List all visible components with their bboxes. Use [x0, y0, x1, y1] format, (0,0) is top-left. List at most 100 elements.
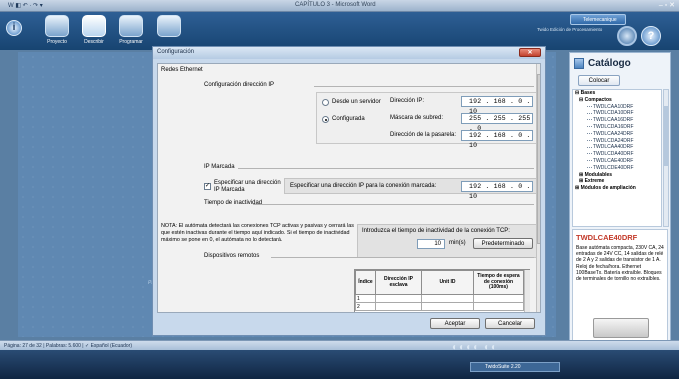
document-icon — [157, 15, 181, 37]
remote-devices-grid[interactable]: Índice Dirección IP esclava Unit ID Tiem… — [354, 269, 530, 312]
radio-configured-label: Configurada — [332, 116, 365, 122]
tcp-timeout-panel: Introduzca el tiempo de inactividad de l… — [357, 224, 537, 258]
grid-scrollbar[interactable] — [524, 270, 530, 312]
header-subtitle: Twido Edición de Procesamiento — [537, 27, 603, 32]
dialog-content: Redes Ethernet Configuración dirección I… — [157, 63, 541, 313]
divider — [253, 204, 534, 205]
table-cell[interactable] — [375, 302, 422, 311]
tree-item[interactable]: TWDLCDA10DRF — [573, 110, 661, 117]
nav-describir[interactable]: Describir — [75, 14, 113, 48]
table-row[interactable]: 2 — [355, 302, 524, 311]
program-icon — [119, 15, 143, 37]
radio-server[interactable] — [322, 99, 329, 106]
tree-item[interactable]: TWDLCAE40DRF — [573, 158, 661, 165]
catalog-detail: TWDLCAE40DRF Base autómata compacta, 230… — [572, 229, 668, 347]
table-cell[interactable] — [473, 302, 524, 311]
tree-item[interactable]: ⊞ Extreme — [573, 178, 661, 185]
tree-item[interactable]: TWDLCDA40DRF — [573, 151, 661, 158]
gateway-label: Dirección de la pasarela: — [390, 132, 457, 138]
tree-item[interactable]: TWDLCDE40DRF — [573, 165, 661, 172]
dialog-title-bar: Configuración ✕ — [153, 47, 545, 59]
marked-ip-label: Especificar una dirección IP para la con… — [290, 183, 437, 189]
help-icon[interactable]: ? — [641, 26, 661, 46]
table-cell[interactable]: 1 — [355, 294, 376, 303]
section-inactivity: Tiempo de inactividad — [204, 200, 263, 206]
ip-address-field[interactable]: 192 . 168 . 0 . 10 — [461, 96, 533, 115]
tcp-label: Introduzca el tiempo de inactividad de l… — [362, 228, 510, 234]
tree-item[interactable]: TWDLCAA24DRF — [573, 131, 661, 138]
marked-ip-field[interactable]: 192 . 168 . 0 . 10 — [461, 181, 533, 200]
product-title: TWDLCAE40DRF — [576, 233, 638, 242]
accept-button[interactable]: Aceptar — [430, 318, 480, 329]
cancel-button[interactable]: Cancelar — [485, 318, 535, 329]
taskbar: TwidoSuite 2.20 — [0, 350, 679, 379]
catalog-tree[interactable]: ⊟ Bases ⊟ Compactos TWDLCAA10DRF TWDLCDA10D… — [572, 89, 662, 227]
configuration-dialog: Configuración ✕ Redes Ethernet Configura… — [152, 46, 546, 336]
gateway-field[interactable]: 192 . 168 . 0 . 10 — [461, 130, 533, 149]
nav-documentar[interactable] — [150, 14, 188, 48]
info-icon[interactable]: i — [6, 20, 22, 36]
nav-programar[interactable]: Programar — [112, 14, 150, 48]
tree-item[interactable]: TWDLCDA24DRF — [573, 138, 661, 145]
nav-label: Programar — [119, 39, 143, 45]
word-window-title: CAPÍTULO 3 - Microsoft Word — [295, 2, 376, 8]
tree-item[interactable]: TWDLCDA16DRF — [573, 124, 661, 131]
table-row[interactable]: 1 — [355, 294, 524, 303]
inactivity-note: NOTA: El autómata detectará las conexion… — [161, 223, 354, 243]
status-text: Página: 27 de 32 | Palabras: 5.600 | ✓ E… — [4, 343, 132, 349]
tree-item[interactable]: TWDLCAA40DRF — [573, 144, 661, 151]
column-header: Tiempo de espera de conexión (100ms) — [473, 270, 524, 295]
word-status-bar: Página: 27 de 32 | Palabras: 5.600 | ✓ E… — [0, 340, 679, 350]
tree-item[interactable]: ⊞ Módulos de ampliación — [573, 185, 661, 192]
nav-proyecto[interactable]: Proyecto — [38, 14, 76, 48]
dialog-title: Configuración — [157, 49, 195, 55]
subnet-mask-field[interactable]: 255 . 255 . 255 . 0 — [461, 113, 533, 132]
specify-ip-checkbox[interactable]: ✓ — [204, 183, 211, 190]
close-button[interactable]: ✕ — [519, 48, 541, 57]
dialog-scrollbar[interactable] — [536, 64, 540, 312]
ip-label: Dirección IP: — [390, 98, 425, 104]
twidosuite-header: i Proyecto Describir Programar Telemecan… — [0, 12, 679, 50]
section-ip-marcada: IP Marcada — [204, 164, 235, 170]
describe-icon — [82, 15, 106, 37]
nav-label: Proyecto — [47, 39, 67, 45]
table-cell[interactable] — [421, 294, 474, 303]
marked-ip-panel: Especificar una dirección IP para la con… — [284, 178, 540, 200]
scrollbar-thumb[interactable] — [664, 106, 668, 166]
table-cell[interactable] — [375, 294, 422, 303]
place-button[interactable]: Colocar — [578, 75, 620, 86]
table-header-row: Índice Dirección IP esclava Unit ID Tiem… — [355, 270, 524, 295]
column-header: Unit ID — [421, 270, 474, 295]
section-ip-config: Configuración dirección IP — [204, 82, 275, 88]
word-title-bar: W ◧ ↶ · ↷ ▾ CAPÍTULO 3 - Microsoft Word … — [0, 0, 679, 12]
catalog-scrollbar[interactable] — [663, 89, 669, 227]
scrollbar-thumb[interactable] — [537, 74, 540, 244]
nav-label: Describir — [84, 39, 104, 45]
product-description: Base autómata compacta, 230V CA, 24 entr… — [576, 245, 664, 283]
taskbar-item-twidosuite[interactable]: TwidoSuite 2.20 — [470, 362, 560, 372]
tcp-timeout-input[interactable]: 10 — [417, 239, 445, 249]
divider — [238, 168, 534, 169]
radio-server-label: Desde un servidor — [332, 99, 381, 105]
table-cell[interactable]: 2 — [355, 302, 376, 311]
tree-item[interactable]: TWDLCAA16DRF — [573, 117, 661, 124]
radio-configured[interactable] — [322, 116, 329, 123]
tree-item[interactable]: TWDLCAA10DRF — [573, 104, 661, 111]
tree-item[interactable]: ⊟ Bases — [573, 90, 661, 97]
table-cell[interactable] — [473, 294, 524, 303]
desktop-screen: W ◧ ↶ · ↷ ▾ CAPÍTULO 3 - Microsoft Word … — [0, 0, 679, 379]
project-icon — [45, 15, 69, 37]
telemecanique-button[interactable]: Telemecanique — [570, 14, 626, 25]
window-controls[interactable]: – ▫ ✕ — [659, 1, 675, 9]
ip-config-panel: Desde un servidor Configurada Dirección … — [316, 92, 538, 149]
tree-item[interactable]: ⊞ Modulables — [573, 172, 661, 179]
catalog-header: Catálogo — [574, 57, 668, 71]
table-cell[interactable] — [421, 302, 474, 311]
column-header: Dirección IP esclava — [375, 270, 422, 295]
default-button[interactable]: Predeterminado — [473, 238, 533, 249]
tree-item[interactable]: ⊟ Compactos — [573, 97, 661, 104]
gear-icon[interactable] — [617, 26, 637, 46]
section-remote-devices: Dispositivos remotos — [204, 253, 260, 259]
quick-access-toolbar[interactable]: W ◧ ↶ · ↷ ▾ — [8, 2, 43, 9]
divider — [314, 86, 534, 87]
